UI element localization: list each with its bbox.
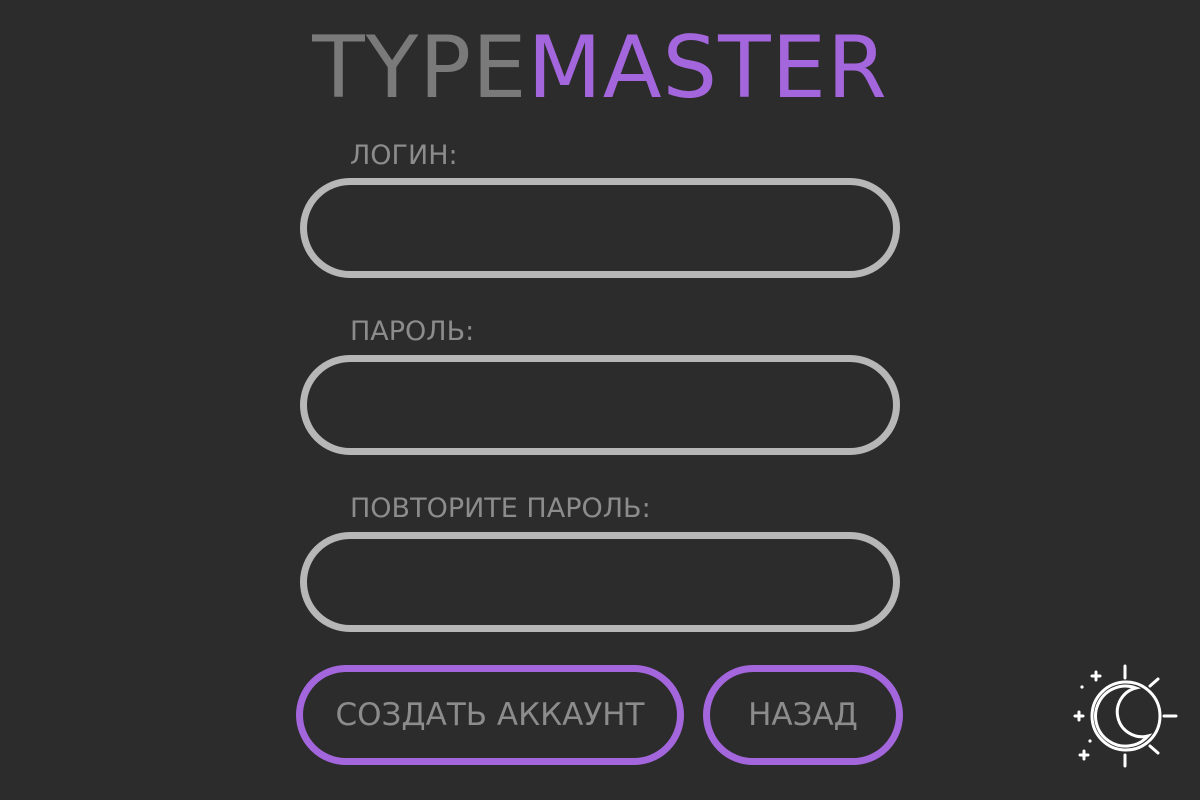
registration-page: TYPEMASTER ЛОГИН: ПАРОЛЬ: ПОВТОРИТЕ ПАРО… [0, 0, 1200, 800]
create-account-button[interactable]: СОЗДАТЬ АККАУНТ [296, 665, 684, 765]
moon-sun-icon [1073, 664, 1178, 768]
password-label: ПАРОЛЬ: [350, 316, 475, 347]
password-input[interactable] [300, 355, 900, 455]
login-label: ЛОГИН: [350, 140, 458, 171]
logo-part-type: TYPE [312, 18, 528, 118]
logo-part-master: MASTER [527, 18, 888, 118]
repeat-password-input[interactable] [300, 532, 900, 632]
theme-toggle-button[interactable] [1070, 662, 1180, 772]
app-logo: TYPEMASTER [0, 18, 1200, 118]
back-button[interactable]: НАЗАД [703, 665, 903, 765]
repeat-password-label: ПОВТОРИТЕ ПАРОЛЬ: [350, 493, 651, 524]
login-input[interactable] [300, 178, 900, 278]
